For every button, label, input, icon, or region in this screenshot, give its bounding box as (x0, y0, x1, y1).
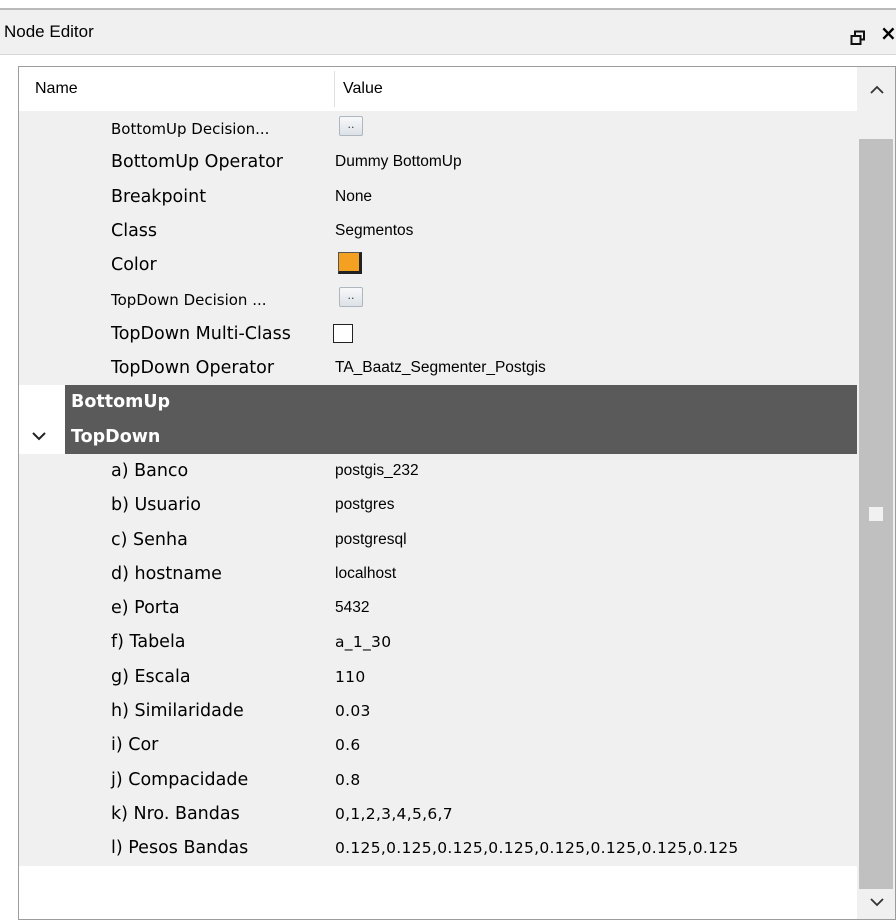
ellipsis-button[interactable]: .. (339, 116, 363, 136)
property-name: TopDown Operator (111, 358, 275, 379)
param-name: l) Pesos Bandas (111, 838, 249, 859)
category-label: TopDown (71, 426, 161, 447)
param-name: f) Tabela (111, 632, 186, 653)
param-name: a) Banco (111, 460, 189, 481)
property-name: BottomUp Operator (111, 152, 284, 173)
param-row-nro-bandas[interactable]: k) Nro. Bandas 0,1,2,3,4,5,6,7 (19, 796, 857, 832)
param-name: h) Similaridade (111, 701, 244, 722)
param-name: d) hostname (111, 563, 222, 584)
property-row-topdown-decision[interactable]: TopDown Decision ... .. (19, 282, 857, 317)
ellipsis-button[interactable]: .. (339, 287, 363, 308)
category-label: BottomUp (71, 392, 171, 413)
param-name: g) Escala (111, 666, 191, 687)
multiclass-checkbox[interactable] (333, 323, 353, 343)
param-row-pesos-bandas[interactable]: l) Pesos Bandas 0.125,0.125,0.125,0.125,… (19, 831, 857, 866)
property-row-topdown-multiclass[interactable]: TopDown Multi-Class (19, 316, 857, 352)
float-window-icon[interactable] (850, 30, 866, 46)
property-grid: Name Value BottomUp Decision... .. Botto… (18, 66, 896, 920)
property-name: TopDown Decision ... (111, 291, 267, 310)
param-value[interactable]: localhost (335, 565, 396, 583)
param-value[interactable]: postgres (335, 496, 394, 514)
scroll-down-arrow-icon[interactable] (869, 893, 885, 907)
param-value[interactable]: postgresql (335, 531, 407, 549)
scroll-up-arrow-icon[interactable] (869, 81, 885, 94)
column-header-name[interactable]: Name (35, 80, 78, 98)
close-icon[interactable]: × (880, 21, 896, 45)
param-value[interactable]: 0.6 (335, 736, 361, 754)
grid-header: Name Value (19, 67, 857, 112)
property-row-bottomup-operator[interactable]: BottomUp Operator Dummy BottomUp (19, 145, 857, 180)
property-row-breakpoint[interactable]: Breakpoint None (19, 179, 857, 214)
property-name: Class (111, 220, 158, 241)
scroll-thumb[interactable] (859, 139, 893, 889)
property-value[interactable]: Segmentos (335, 222, 413, 240)
title-bar: Node Editor × (0, 10, 896, 55)
property-rows: BottomUp Decision... .. BottomUp Operato… (19, 111, 857, 866)
property-name: TopDown Multi-Class (111, 323, 291, 344)
window-title: Node Editor (4, 22, 94, 41)
vertical-scrollbar[interactable] (857, 67, 895, 919)
param-row-hostname[interactable]: d) hostname localhost (19, 556, 857, 592)
chevron-down-icon[interactable] (29, 426, 49, 446)
param-name: k) Nro. Bandas (111, 803, 240, 824)
param-value[interactable]: 0.125,0.125,0.125,0.125,0.125,0.125,0.12… (335, 839, 739, 857)
category-bar (65, 385, 857, 420)
property-row-class[interactable]: Class Segmentos (19, 213, 857, 249)
param-value[interactable]: 0.8 (335, 771, 361, 789)
scroll-thumb-grip (869, 507, 883, 521)
property-name: Color (111, 255, 157, 276)
header-divider[interactable] (334, 71, 335, 107)
param-value[interactable]: 5432 (335, 599, 369, 617)
property-row-topdown-operator[interactable]: TopDown Operator TA_Baatz_Segmenter_Post… (19, 351, 857, 386)
param-name: j) Compacidade (111, 769, 249, 790)
category-topdown[interactable]: TopDown (19, 419, 857, 454)
category-bottomup[interactable]: BottomUp (19, 385, 857, 420)
param-name: b) Usuario (111, 495, 202, 516)
param-row-cor[interactable]: i) Cor 0.6 (19, 728, 857, 763)
param-value[interactable]: postgis_232 (335, 462, 419, 480)
category-bar (65, 419, 857, 454)
param-row-usuario[interactable]: b) Usuario postgres (19, 488, 857, 523)
property-value[interactable]: Dummy BottomUp (335, 153, 462, 171)
param-value[interactable]: 0.03 (335, 702, 371, 720)
param-value[interactable]: 110 (335, 668, 366, 686)
param-name: i) Cor (111, 735, 159, 756)
property-row-color[interactable]: Color (19, 248, 857, 283)
param-name: c) Senha (111, 529, 188, 550)
param-value[interactable]: a_1_30 (335, 633, 391, 651)
property-name: BottomUp Decision... (111, 120, 270, 138)
param-value[interactable]: 0,1,2,3,4,5,6,7 (335, 805, 453, 823)
param-row-senha[interactable]: c) Senha postgresql (19, 522, 857, 557)
property-name: Breakpoint (111, 186, 207, 207)
param-row-escala[interactable]: g) Escala 110 (19, 659, 857, 695)
param-row-banco[interactable]: a) Banco postgis_232 (19, 453, 857, 489)
param-row-tabela[interactable]: f) Tabela a_1_30 (19, 625, 857, 660)
param-row-compacidade[interactable]: j) Compacidade 0.8 (19, 762, 857, 797)
property-value[interactable]: None (335, 188, 372, 206)
param-row-porta[interactable]: e) Porta 5432 (19, 591, 857, 626)
property-row-bottomup-decision[interactable]: BottomUp Decision... .. (19, 111, 857, 146)
param-row-similaridade[interactable]: h) Similaridade 0.03 (19, 694, 857, 729)
column-header-value[interactable]: Value (343, 80, 383, 98)
param-name: e) Porta (111, 598, 180, 619)
property-value[interactable]: TA_Baatz_Segmenter_Postgis (335, 359, 546, 377)
color-swatch[interactable] (338, 252, 362, 275)
